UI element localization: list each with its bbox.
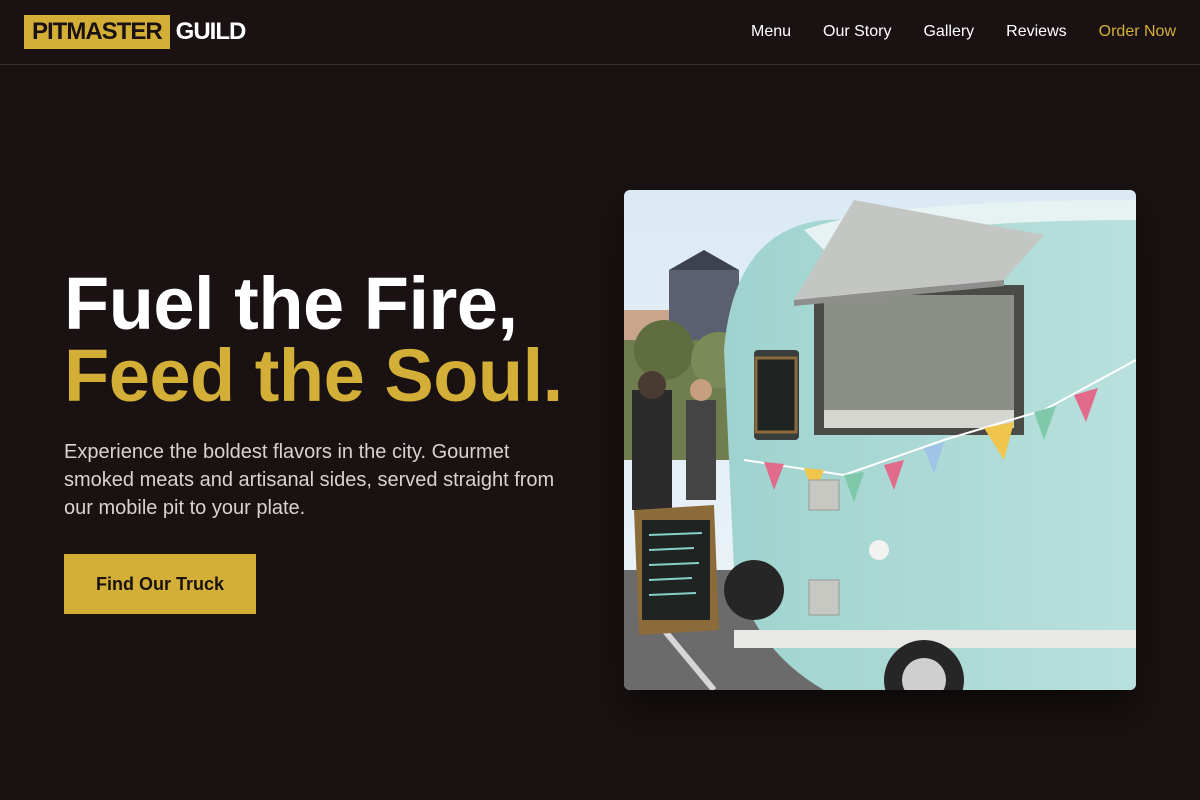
brand-logo-secondary: GUILD [175,18,247,45]
food-truck-image [624,190,1136,690]
find-our-truck-button[interactable]: Find Our Truck [64,554,257,614]
nav-links: Menu Our Story Gallery Reviews Order Now [719,23,1176,41]
order-now-link[interactable]: Order Now [1099,23,1176,41]
nav-link-our-story[interactable]: Our Story [823,23,891,41]
hero-headline-line1: Fuel the Fire, [64,262,518,345]
brand-logo[interactable]: PITMASTER GUILD [24,15,247,49]
nav-link-menu[interactable]: Menu [751,23,791,41]
hero-headline: Fuel the Fire, Feed the Soul. [64,262,584,417]
navbar: PITMASTER GUILD Menu Our Story Gallery R… [0,0,1200,65]
nav-link-reviews[interactable]: Reviews [1006,23,1066,41]
hero-headline-line2: Feed the Soul. [64,334,563,417]
hero-lead-text: Experience the boldest flavors in the ci… [64,441,555,519]
brand-logo-primary: PITMASTER [24,15,170,49]
food-truck-illustration [624,190,1136,690]
hero-section: Fuel the Fire, Feed the Soul. Experience… [64,262,584,614]
nav-link-gallery[interactable]: Gallery [923,23,974,41]
